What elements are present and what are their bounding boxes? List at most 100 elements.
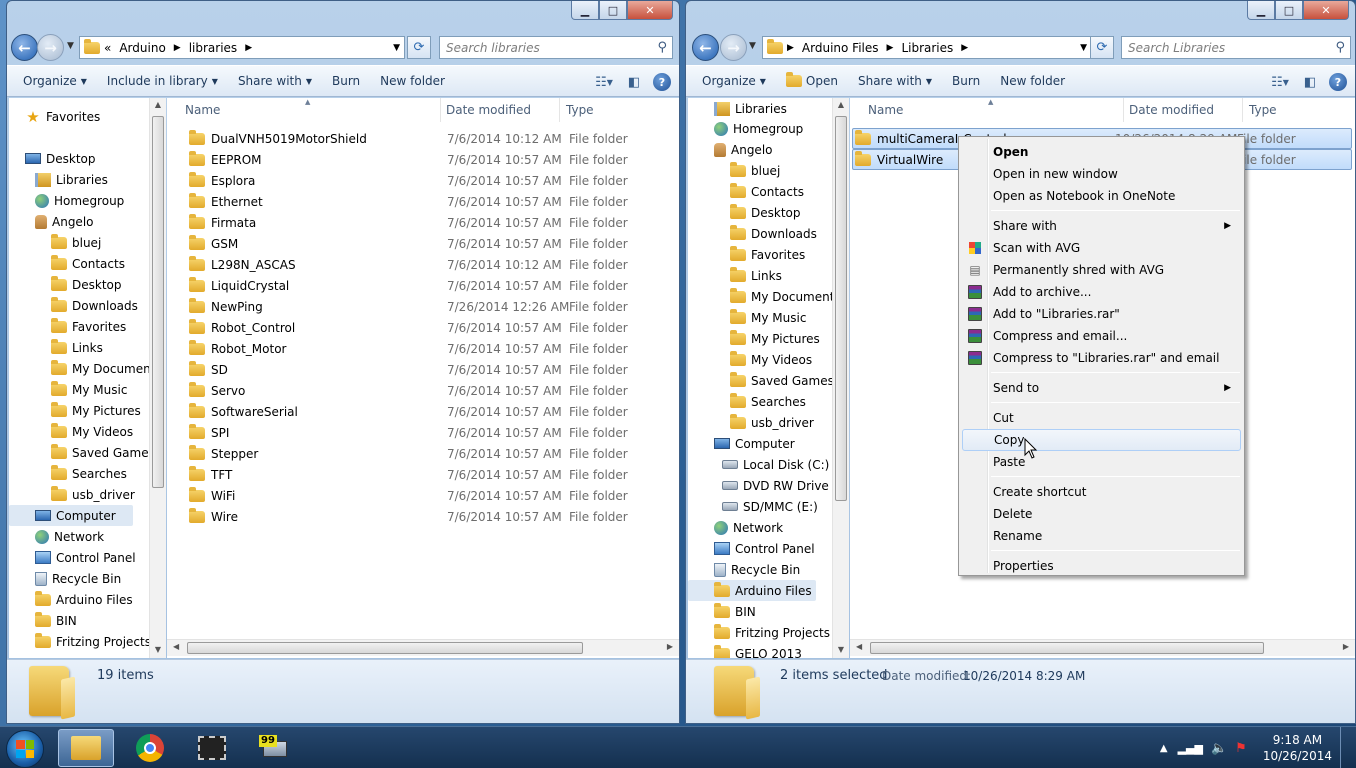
nav-item-desktop[interactable]: Desktop: [730, 202, 801, 223]
volume-icon[interactable]: 🔈: [1211, 741, 1227, 756]
nav-item-control-panel[interactable]: Control Panel: [35, 547, 136, 568]
search-input[interactable]: Search Libraries ⚲: [1121, 36, 1351, 59]
file-row[interactable]: NewPing 7/26/2014 12:26 AM File folder: [189, 296, 669, 317]
back-button[interactable]: ←: [692, 34, 719, 61]
nav-item-downloads[interactable]: Downloads: [730, 223, 817, 244]
nav-item-my-pictures[interactable]: My Pictures: [51, 400, 141, 421]
search-icon[interactable]: ⚲: [1335, 40, 1345, 55]
nav-item-bluej[interactable]: bluej: [730, 160, 780, 181]
nav-item-computer[interactable]: Computer: [714, 433, 795, 454]
nav-item-angelo[interactable]: Angelo: [35, 211, 94, 232]
menu-item-add-to-archive[interactable]: Add to archive...: [962, 281, 1241, 303]
file-row[interactable]: Robot_Motor 7/6/2014 10:57 AM File folder: [189, 338, 669, 359]
menu-item-compress-and-email[interactable]: Compress and email...: [962, 325, 1241, 347]
file-row[interactable]: L298N_ASCAS 7/6/2014 10:12 AM File folder: [189, 254, 669, 275]
scroll-up-icon[interactable]: ▲: [150, 100, 166, 109]
file-row[interactable]: Wire 7/6/2014 10:57 AM File folder: [189, 506, 669, 527]
recent-pages-dropdown[interactable]: ▼: [749, 41, 756, 51]
menu-item-open-in-new-window[interactable]: Open in new window: [962, 163, 1241, 185]
nav-item-contacts[interactable]: Contacts: [730, 181, 804, 202]
horizontal-scrollbar[interactable]: ◀ ▶: [850, 639, 1355, 656]
menu-item-permanently-shred-with-avg[interactable]: ▤ Permanently shred with AVG: [962, 259, 1241, 281]
start-button[interactable]: [6, 730, 44, 768]
nav-item-downloads[interactable]: Downloads: [51, 295, 138, 316]
file-row[interactable]: TFT 7/6/2014 10:57 AM File folder: [189, 464, 669, 485]
nav-item-usb-driver[interactable]: usb_driver: [730, 412, 814, 433]
nav-item-sd-mmc-e[interactable]: SD/MMC (E:): [722, 496, 818, 517]
scrollbar-thumb[interactable]: [152, 116, 164, 488]
menu-item-open[interactable]: Open: [962, 141, 1241, 163]
nav-item-favorites[interactable]: Favorites: [730, 244, 805, 265]
search-icon[interactable]: ⚲: [657, 40, 667, 55]
nav-item-gelo-2013[interactable]: GELO 2013: [714, 643, 802, 658]
file-row[interactable]: Ethernet 7/6/2014 10:57 AM File folder: [189, 191, 669, 212]
menu-item-delete[interactable]: Delete: [962, 503, 1241, 525]
nav-item-recycle-bin[interactable]: Recycle Bin: [35, 568, 121, 589]
nav-item-searches[interactable]: Searches: [730, 391, 806, 412]
close-button[interactable]: ✕: [1303, 1, 1349, 20]
navigation-pane[interactable]: Libraries Homegroup Angelo bluej Contacts Des…: [688, 98, 832, 658]
nav-item-usb-driver[interactable]: usb_driver: [51, 484, 135, 505]
menu-item-properties[interactable]: Properties: [962, 555, 1241, 577]
file-row[interactable]: Robot_Control 7/6/2014 10:57 AM File folde…: [189, 317, 669, 338]
refresh-button[interactable]: ⟳: [407, 36, 431, 59]
close-button[interactable]: ✕: [627, 1, 673, 20]
nav-item-favorites[interactable]: ★ Favorites: [25, 106, 100, 127]
column-header-type[interactable]: Type: [1243, 98, 1353, 122]
nav-item-local-disk-c[interactable]: Local Disk (C:): [722, 454, 829, 475]
nav-item-fritzing-projects[interactable]: Fritzing Projects: [714, 622, 830, 643]
new-folder-button[interactable]: New folder: [370, 74, 455, 88]
nav-item-saved-games[interactable]: Saved Games: [51, 442, 149, 463]
file-list[interactable]: Name ▲ Date modified Type ◀ ▶ DualVNH501…: [167, 98, 679, 658]
file-row[interactable]: SD 7/6/2014 10:57 AM File folder: [189, 359, 669, 380]
nav-item-my-videos[interactable]: My Videos: [51, 421, 133, 442]
menu-item-scan-with-avg[interactable]: Scan with AVG: [962, 237, 1241, 259]
menu-item-open-as-notebook-in-onenote[interactable]: Open as Notebook in OneNote: [962, 185, 1241, 207]
menu-item-compress-to-libraries-rar-and-email[interactable]: Compress to "Libraries.rar" and email: [962, 347, 1241, 369]
show-desktop-button[interactable]: [1340, 727, 1350, 768]
horizontal-scrollbar[interactable]: ◀ ▶: [167, 639, 679, 656]
organize-button[interactable]: Organize ▼: [692, 74, 776, 88]
nav-item-saved-games[interactable]: Saved Games: [730, 370, 832, 391]
forward-button[interactable]: →: [37, 34, 64, 61]
scroll-up-icon[interactable]: ▲: [833, 100, 849, 109]
scrollbar-thumb[interactable]: [870, 642, 1264, 654]
minimize-button[interactable]: ▁: [571, 1, 599, 20]
navigation-pane-scrollbar[interactable]: ▲ ▼: [832, 98, 849, 658]
nav-item-searches[interactable]: Searches: [51, 463, 127, 484]
breadcrumb-separator-icon[interactable]: ▶: [787, 43, 794, 53]
file-row[interactable]: EEPROM 7/6/2014 10:57 AM File folder: [189, 149, 669, 170]
share-with-button[interactable]: Share with ▼: [228, 74, 322, 88]
nav-item-angelo[interactable]: Angelo: [714, 139, 773, 160]
change-view-icon[interactable]: ☷ ▼: [593, 72, 615, 92]
nav-item-bin[interactable]: BIN: [714, 601, 756, 622]
nav-item-my-music[interactable]: My Music: [51, 379, 127, 400]
taskbar-monitor-app-button[interactable]: 99: [246, 729, 302, 767]
file-row[interactable]: LiquidCrystal 7/6/2014 10:57 AM File folde…: [189, 275, 669, 296]
show-hidden-icons-icon[interactable]: ▲: [1160, 743, 1168, 754]
nav-item-control-panel[interactable]: Control Panel: [714, 538, 815, 559]
explorer-window-arduino-libraries[interactable]: ▁ □ ✕ ← → ▼ « Arduino ▶ libraries ▶ ▼ ⟳ …: [6, 0, 680, 724]
share-with-button[interactable]: Share with ▼: [848, 74, 942, 88]
context-menu[interactable]: Open Open in new window Open as Notebook i…: [958, 136, 1245, 576]
nav-item-my-music[interactable]: My Music: [730, 307, 806, 328]
menu-item-share-with[interactable]: Share with ▶: [962, 215, 1241, 237]
nav-item-arduino-files[interactable]: Arduino Files: [688, 580, 816, 601]
scroll-down-icon[interactable]: ▼: [833, 645, 849, 654]
scrollbar-thumb[interactable]: [187, 642, 583, 654]
scroll-left-icon[interactable]: ◀: [856, 642, 862, 651]
breadcrumb-arduino-files[interactable]: Arduino Files: [802, 41, 879, 55]
menu-item-create-shortcut[interactable]: Create shortcut: [962, 481, 1241, 503]
file-row[interactable]: Servo 7/6/2014 10:57 AM File folder: [189, 380, 669, 401]
address-bar[interactable]: ▶ Arduino Files ▶ Libraries ▶ ▼: [762, 36, 1092, 59]
help-icon[interactable]: ?: [653, 73, 671, 91]
nav-item-my-documents[interactable]: My Documents: [730, 286, 832, 307]
nav-item-libraries[interactable]: Libraries: [714, 98, 787, 119]
menu-item-add-to-libraries-rar[interactable]: Add to "Libraries.rar": [962, 303, 1241, 325]
address-bar[interactable]: « Arduino ▶ libraries ▶ ▼: [79, 36, 405, 59]
nav-item-contacts[interactable]: Contacts: [51, 253, 125, 274]
action-center-icon[interactable]: ⚑: [1235, 741, 1247, 756]
forward-button[interactable]: →: [720, 34, 747, 61]
nav-item-fritzing-projects[interactable]: Fritzing Projects: [35, 631, 149, 652]
recent-pages-dropdown[interactable]: ▼: [67, 41, 74, 51]
